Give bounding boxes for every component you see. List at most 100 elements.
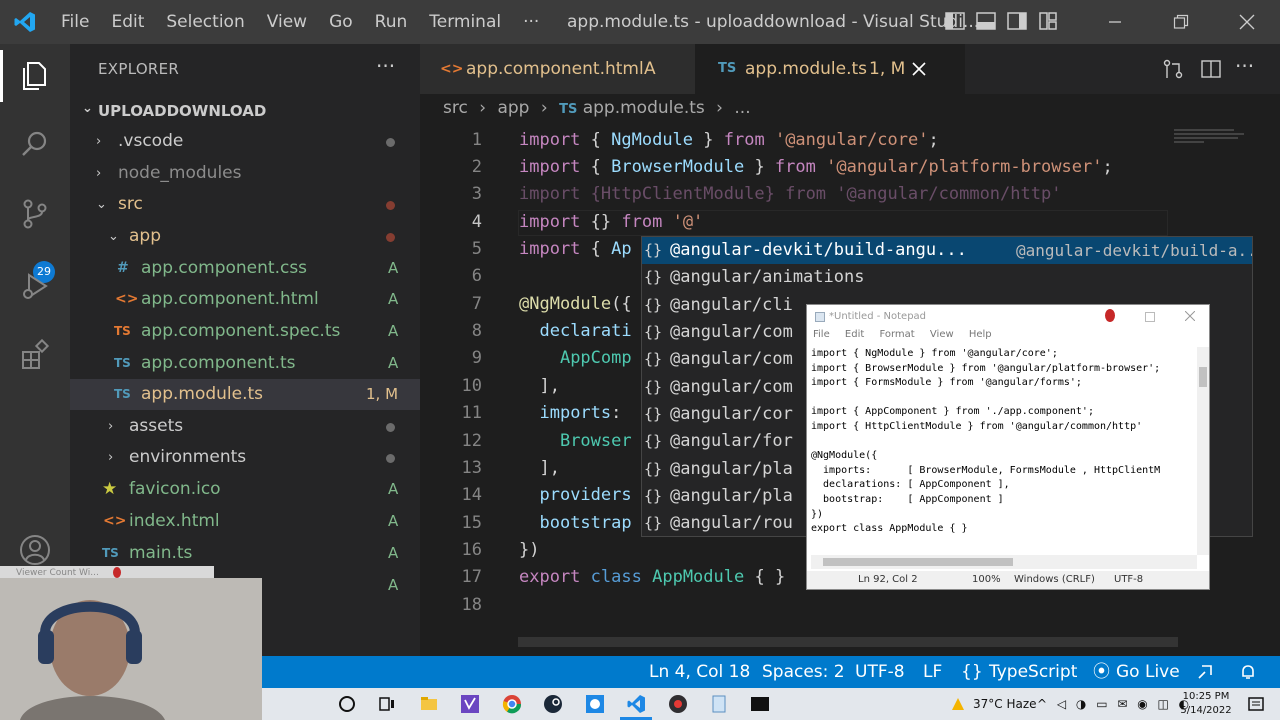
open-changes-icon[interactable]	[1162, 58, 1184, 80]
close-icon	[1239, 14, 1255, 30]
tree-item-label: app.component.ts	[141, 353, 296, 373]
obs-icon[interactable]	[668, 694, 688, 714]
menu-more[interactable]: ···	[512, 0, 550, 44]
notepad-horizontal-scrollbar[interactable]	[811, 555, 1197, 569]
notepad-menu-format[interactable]: Format	[879, 329, 914, 340]
source-control-icon[interactable]	[15, 194, 55, 234]
tab-app-component-html[interactable]: <> app.component.html A	[420, 44, 695, 94]
customize-layout-icon[interactable]	[1037, 10, 1059, 32]
tree-item-src[interactable]: ⌄ src	[70, 189, 420, 220]
tree-item-app-component-ts[interactable]: TS app.component.ts A	[70, 348, 420, 379]
menu-view[interactable]: View	[256, 0, 318, 44]
toggle-secondary-sidebar-icon[interactable]	[1006, 10, 1028, 32]
tree-item-vscode[interactable]: › .vscode	[70, 126, 420, 157]
minimize-button[interactable]	[1082, 0, 1148, 44]
vscode-taskbar-icon[interactable]	[626, 694, 646, 714]
run-debug-icon[interactable]	[15, 266, 55, 306]
notepad-taskbar-icon[interactable]	[709, 694, 729, 714]
notepad-menu-edit[interactable]: Edit	[845, 329, 864, 340]
go-live-button[interactable]: Go Live	[1116, 656, 1180, 688]
tree-item-app-component-html[interactable]: <> app.component.html A	[70, 284, 420, 315]
explorer-icon[interactable]	[15, 56, 55, 96]
chevron-right-icon: ›	[108, 419, 114, 434]
file-encoding[interactable]: UTF-8	[855, 656, 905, 688]
breadcrumb-file[interactable]: app.module.ts	[583, 98, 705, 118]
tree-item-main-ts[interactable]: TS main.ts A	[70, 538, 420, 569]
restore-button[interactable]	[1148, 0, 1214, 44]
menu-go[interactable]: Go	[318, 0, 364, 44]
explorer-more-button[interactable]: ···	[376, 54, 395, 78]
toggle-primary-sidebar-icon[interactable]	[944, 10, 966, 32]
code-token: import	[519, 239, 581, 259]
line-number: 12	[461, 431, 482, 451]
layout-controls	[944, 10, 1059, 32]
menu-edit[interactable]: Edit	[100, 0, 155, 44]
terminal-icon[interactable]	[750, 694, 770, 714]
notepad-window: *Untitled - Notepad File Edit Format Vie…	[806, 304, 1210, 590]
task-view-icon[interactable]	[377, 694, 397, 714]
workspace-root[interactable]: ⌄ UPLOADDOWNLOAD	[70, 97, 420, 123]
notepad-menu-help[interactable]: Help	[969, 329, 992, 340]
notepad-text-area[interactable]: import { NgModule } from '@angular/core'…	[811, 347, 1197, 555]
line-number: 6	[471, 266, 482, 286]
file-explorer-icon[interactable]	[419, 694, 439, 714]
suggestion-item[interactable]: {} @angular-devkit/build-angu... @angula…	[642, 237, 1252, 264]
notepad-menu-view[interactable]: View	[930, 329, 954, 340]
tree-item-assets[interactable]: › assets	[70, 411, 420, 442]
accounts-icon[interactable]	[15, 530, 55, 570]
minimap[interactable]	[1172, 125, 1262, 185]
steam-icon[interactable]	[543, 694, 563, 714]
tree-item-node-modules[interactable]: › node_modules	[70, 158, 420, 189]
notifications-bell-icon[interactable]	[1239, 663, 1257, 681]
menu-selection[interactable]: Selection	[155, 0, 255, 44]
module-icon: {}	[644, 350, 663, 368]
notepad-vertical-scrollbar[interactable]	[1197, 347, 1209, 555]
code-line: ],	[519, 458, 559, 478]
taskbar-clock[interactable]: 10:25 PM 5/14/2022	[1180, 690, 1232, 718]
html-file-icon: <>	[115, 291, 139, 307]
weather-text[interactable]: 37°C Haze	[973, 688, 1037, 720]
tab-app-module-ts[interactable]: TS app.module.ts 1, M	[695, 44, 965, 94]
menu-run[interactable]: Run	[364, 0, 419, 44]
search-circle-icon[interactable]	[337, 694, 357, 714]
css-file-icon: #	[117, 260, 129, 276]
visual-studio-icon[interactable]	[460, 694, 480, 714]
notification-center-icon[interactable]	[1246, 694, 1266, 714]
tree-item-label: main.ts	[129, 543, 193, 563]
line-endings[interactable]: LF	[923, 656, 942, 688]
tree-item-environments[interactable]: › environments	[70, 442, 420, 473]
tree-item-label: assets	[129, 416, 184, 436]
tree-item-favicon[interactable]: ★ favicon.ico A	[70, 474, 420, 505]
maximize-icon[interactable]	[1145, 312, 1155, 322]
tree-item-index-html[interactable]: <> index.html A	[70, 506, 420, 537]
close-tab-icon[interactable]	[912, 62, 926, 76]
cursor-position[interactable]: Ln 4, Col 18	[649, 656, 750, 688]
tree-item-app-module-ts[interactable]: TS app.module.ts 1, M	[70, 379, 420, 410]
toggle-panel-icon[interactable]	[975, 10, 997, 32]
tree-item-app-component-css[interactable]: # app.component.css A	[70, 253, 420, 284]
tree-item-app[interactable]: ⌄ app	[70, 221, 420, 252]
close-window-button[interactable]	[1214, 0, 1280, 44]
horizontal-scrollbar[interactable]	[518, 637, 1178, 647]
chrome-icon[interactable]	[502, 694, 522, 714]
menu-terminal[interactable]: Terminal	[418, 0, 512, 44]
module-icon: {}	[644, 296, 663, 314]
suggestion-item[interactable]: {} @angular/animations	[642, 264, 1252, 291]
notepad-menu-file[interactable]: File	[813, 329, 830, 340]
indentation[interactable]: Spaces: 2	[762, 656, 845, 688]
app-icon[interactable]	[585, 694, 605, 714]
menu-file[interactable]: File	[50, 0, 100, 44]
tree-item-app-component-spec-ts[interactable]: TS app.component.spec.ts A	[70, 316, 420, 347]
split-editor-icon[interactable]	[1200, 58, 1222, 80]
close-icon[interactable]	[1185, 311, 1195, 321]
breadcrumb-more[interactable]: ...	[734, 98, 750, 118]
breadcrumb-src[interactable]: src	[443, 98, 468, 118]
search-icon[interactable]	[15, 124, 55, 164]
editor-more-button[interactable]: ···	[1235, 54, 1254, 78]
feedback-icon[interactable]	[1196, 663, 1214, 681]
system-tray-icons[interactable]: ^ ◁ ◑ ▭ ✉ ◉ ◫ ◐	[1037, 688, 1192, 720]
breadcrumb-app[interactable]: app	[497, 98, 529, 118]
language-mode[interactable]: TypeScript	[989, 656, 1077, 688]
extensions-icon[interactable]	[15, 334, 55, 374]
